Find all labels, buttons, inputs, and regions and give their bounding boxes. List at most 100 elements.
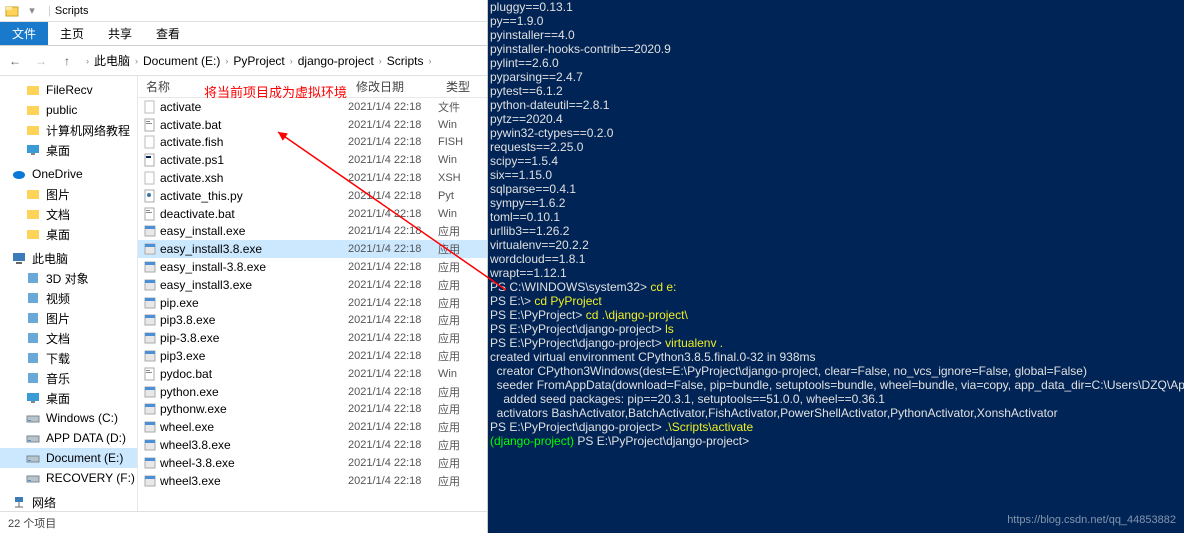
sidebar-item[interactable]: 文档 bbox=[0, 204, 137, 224]
sidebar-item[interactable]: Document (E:) bbox=[0, 448, 137, 468]
terminal-line: pyinstaller==4.0 bbox=[490, 28, 1182, 42]
file-row[interactable]: wheel3.exe2021/1/4 22:18应用 bbox=[138, 472, 487, 490]
sidebar-item[interactable]: Windows (C:) bbox=[0, 408, 137, 428]
sidebar-item[interactable]: 视频 bbox=[0, 288, 137, 308]
terminal-line: pytz==2020.4 bbox=[490, 112, 1182, 126]
sidebar-item[interactable]: 图片 bbox=[0, 308, 137, 328]
file-date: 2021/1/4 22:18 bbox=[348, 350, 438, 362]
file-row[interactable]: activate.xsh2021/1/4 22:18XSH bbox=[138, 169, 487, 187]
tab-file[interactable]: 文件 bbox=[0, 22, 48, 45]
qa-down-icon[interactable]: ▾ bbox=[24, 3, 40, 19]
col-name[interactable]: 名称 bbox=[138, 78, 348, 95]
file-row[interactable]: deactivate.bat2021/1/4 22:18Win bbox=[138, 205, 487, 223]
terminal-line: PS E:\PyProject\django-project> .\Script… bbox=[490, 420, 1182, 434]
file-type: 应用 bbox=[438, 473, 478, 489]
sidebar[interactable]: FileRecvpublic计算机网络教程桌面OneDrive图片文档桌面此电脑… bbox=[0, 76, 138, 511]
terminal-line: seeder FromAppData(download=False, pip=b… bbox=[490, 378, 1182, 392]
file-name: activate.ps1 bbox=[158, 153, 348, 167]
window-title: Scripts bbox=[55, 5, 89, 17]
terminal-line: pylint==2.6.0 bbox=[490, 56, 1182, 70]
file-row[interactable]: easy_install3.exe2021/1/4 22:18应用 bbox=[138, 276, 487, 294]
file-name: activate_this.py bbox=[158, 189, 348, 203]
sidebar-item[interactable]: 音乐 bbox=[0, 368, 137, 388]
file-date: 2021/1/4 22:18 bbox=[348, 386, 438, 398]
ribbon-tabs: 文件 主页 共享 查看 bbox=[0, 22, 487, 46]
file-date: 2021/1/4 22:18 bbox=[348, 297, 438, 309]
breadcrumb-item[interactable]: django-project bbox=[295, 52, 377, 70]
file-row[interactable]: activate2021/1/4 22:18文件 bbox=[138, 98, 487, 116]
file-icon bbox=[138, 100, 158, 114]
file-row[interactable]: activate.fish2021/1/4 22:18FISH bbox=[138, 134, 487, 152]
file-row[interactable]: easy_install.exe2021/1/4 22:18应用 bbox=[138, 223, 487, 241]
file-icon bbox=[138, 260, 158, 274]
sidebar-item[interactable]: 3D 对象 bbox=[0, 268, 137, 288]
nav-forward-icon[interactable]: → bbox=[30, 50, 52, 72]
tab-share[interactable]: 共享 bbox=[96, 22, 144, 45]
file-type: 文件 bbox=[438, 99, 478, 115]
file-rows[interactable]: activate2021/1/4 22:18文件activate.bat2021… bbox=[138, 98, 487, 511]
terminal-line: pytest==6.1.2 bbox=[490, 84, 1182, 98]
breadcrumb-item[interactable]: PyProject bbox=[230, 52, 287, 70]
file-row[interactable]: pip.exe2021/1/4 22:18应用 bbox=[138, 294, 487, 312]
file-row[interactable]: pip3.exe2021/1/4 22:18应用 bbox=[138, 347, 487, 365]
breadcrumb[interactable]: ›此电脑›Document (E:)›PyProject›django-proj… bbox=[82, 50, 483, 71]
breadcrumb-item[interactable]: Document (E:) bbox=[140, 52, 223, 70]
terminal-line: wrapt==1.12.1 bbox=[490, 266, 1182, 280]
file-icon bbox=[138, 331, 158, 345]
sidebar-item[interactable]: 桌面 bbox=[0, 388, 137, 408]
file-row[interactable]: pydoc.bat2021/1/4 22:18Win bbox=[138, 365, 487, 383]
tab-view[interactable]: 查看 bbox=[144, 22, 192, 45]
file-icon bbox=[138, 189, 158, 203]
powershell-terminal[interactable]: pluggy==0.13.1py==1.9.0pyinstaller==4.0p… bbox=[488, 0, 1184, 533]
tab-home[interactable]: 主页 bbox=[48, 22, 96, 45]
sidebar-item[interactable]: 文档 bbox=[0, 328, 137, 348]
file-row[interactable]: pip-3.8.exe2021/1/4 22:18应用 bbox=[138, 329, 487, 347]
sidebar-item[interactable]: FileRecv bbox=[0, 80, 137, 100]
file-date: 2021/1/4 22:18 bbox=[348, 403, 438, 415]
sidebar-item[interactable]: 图片 bbox=[0, 184, 137, 204]
file-icon bbox=[138, 474, 158, 488]
file-row[interactable]: activate.bat2021/1/4 22:18Win bbox=[138, 116, 487, 134]
file-name: wheel-3.8.exe bbox=[158, 456, 348, 470]
sidebar-item[interactable]: public bbox=[0, 100, 137, 120]
file-date: 2021/1/4 22:18 bbox=[348, 154, 438, 166]
nav-up-icon[interactable]: ↑ bbox=[56, 50, 78, 72]
file-icon bbox=[138, 207, 158, 221]
file-row[interactable]: wheel-3.8.exe2021/1/4 22:18应用 bbox=[138, 454, 487, 472]
col-date[interactable]: 修改日期 bbox=[348, 78, 438, 95]
file-row[interactable]: pythonw.exe2021/1/4 22:18应用 bbox=[138, 401, 487, 419]
sidebar-item[interactable]: 此电脑 bbox=[0, 248, 137, 268]
sidebar-item[interactable]: OneDrive bbox=[0, 164, 137, 184]
file-icon bbox=[138, 224, 158, 238]
nav-back-icon[interactable]: ← bbox=[4, 50, 26, 72]
video-icon bbox=[26, 291, 40, 305]
terminal-line: wordcloud==1.8.1 bbox=[490, 252, 1182, 266]
sidebar-item[interactable]: 桌面 bbox=[0, 140, 137, 160]
file-row[interactable]: easy_install3.8.exe2021/1/4 22:18应用 bbox=[138, 240, 487, 258]
file-date: 2021/1/4 22:18 bbox=[348, 314, 438, 326]
breadcrumb-item[interactable]: 此电脑 bbox=[91, 50, 133, 71]
file-row[interactable]: wheel3.8.exe2021/1/4 22:18应用 bbox=[138, 436, 487, 454]
file-name: activate bbox=[158, 100, 348, 114]
file-row[interactable]: activate_this.py2021/1/4 22:18Pyt bbox=[138, 187, 487, 205]
column-headers[interactable]: 名称 修改日期 类型 bbox=[138, 76, 487, 98]
sidebar-item[interactable]: 桌面 bbox=[0, 224, 137, 244]
breadcrumb-item[interactable]: Scripts bbox=[384, 52, 427, 70]
file-row[interactable]: activate.ps12021/1/4 22:18Win bbox=[138, 151, 487, 169]
3d-icon bbox=[26, 271, 40, 285]
file-row[interactable]: wheel.exe2021/1/4 22:18应用 bbox=[138, 418, 487, 436]
sidebar-item[interactable]: RECOVERY (F:) bbox=[0, 468, 137, 488]
file-date: 2021/1/4 22:18 bbox=[348, 439, 438, 451]
sidebar-item[interactable]: APP DATA (D:) bbox=[0, 428, 137, 448]
col-type[interactable]: 类型 bbox=[438, 78, 478, 95]
file-name: wheel.exe bbox=[158, 420, 348, 434]
file-list-pane: 名称 修改日期 类型 activate2021/1/4 22:18文件activ… bbox=[138, 76, 487, 511]
file-row[interactable]: pip3.8.exe2021/1/4 22:18应用 bbox=[138, 312, 487, 330]
sidebar-item[interactable]: 下载 bbox=[0, 348, 137, 368]
file-date: 2021/1/4 22:18 bbox=[348, 279, 438, 291]
sidebar-item[interactable]: 网络 bbox=[0, 492, 137, 511]
file-row[interactable]: easy_install-3.8.exe2021/1/4 22:18应用 bbox=[138, 258, 487, 276]
sidebar-item[interactable]: 计算机网络教程 bbox=[0, 120, 137, 140]
watermark: https://blog.csdn.net/qq_44853882 bbox=[1007, 513, 1176, 527]
file-row[interactable]: python.exe2021/1/4 22:18应用 bbox=[138, 383, 487, 401]
